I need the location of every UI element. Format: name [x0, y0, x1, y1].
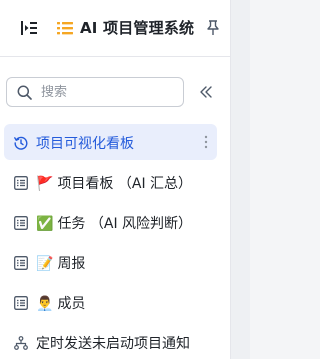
red-flag-icon: 🚩 [36, 176, 54, 192]
memo-icon: 📝 [36, 256, 54, 272]
sidebar-item-label: 周报 [57, 256, 86, 272]
sidebar-item-label: 定时发送未启动项目通知 [36, 336, 190, 352]
sidebar-nav: 项目可视化看板 🚩 项目看板 （AI 汇总） ✅ 任务 （AI 风险判断） 📝 … [4, 124, 217, 359]
check-mark-icon: ✅ [36, 216, 54, 232]
sidebar-item-members[interactable]: 👨‍💼 成员 [4, 284, 217, 320]
indent-collapse-icon[interactable] [20, 19, 38, 37]
table-icon [14, 215, 28, 230]
double-chevron-left-icon[interactable] [198, 84, 214, 100]
list-icon [56, 19, 74, 37]
app-title: AI 项目管理系统 [80, 19, 195, 37]
sidebar-item-label: 项目可视化看板 [36, 136, 134, 152]
search-icon [17, 85, 32, 100]
sidebar-item-label: 成员 [57, 296, 86, 312]
sidebar-item-weekly-report[interactable]: 📝 周报 [4, 244, 217, 280]
sidebar-header: AI 项目管理系统 [0, 0, 230, 56]
pin-icon[interactable] [206, 20, 220, 36]
content-area-edge [230, 0, 250, 359]
more-vertical-icon[interactable] [203, 134, 209, 150]
sidebar-item-project-board[interactable]: 🚩 项目看板 （AI 汇总） [4, 164, 217, 200]
office-worker-icon: 👨‍💼 [36, 296, 54, 312]
sidebar-item-scheduled-notify[interactable]: 定时发送未启动项目通知 [4, 324, 217, 359]
header-divider [0, 56, 230, 57]
table-icon [14, 255, 28, 270]
sidebar-item-tasks[interactable]: ✅ 任务 （AI 风险判断） [4, 204, 217, 240]
clock-refresh-icon [14, 135, 28, 150]
sidebar-item-label: 项目看板 （AI 汇总） [57, 176, 193, 192]
search-box[interactable] [6, 77, 184, 107]
table-icon [14, 175, 28, 190]
sidebar-item-dashboard[interactable]: 项目可视化看板 [4, 124, 217, 160]
workflow-icon [14, 335, 28, 350]
table-icon [14, 295, 28, 310]
search-input[interactable] [41, 83, 179, 101]
sidebar-item-label: 任务 （AI 风险判断） [57, 216, 193, 232]
sidebar-panel: AI 项目管理系统 搜索 项目可视化看板 🚩 项目看板 （AI 汇总） ✅ 任务… [0, 0, 230, 359]
